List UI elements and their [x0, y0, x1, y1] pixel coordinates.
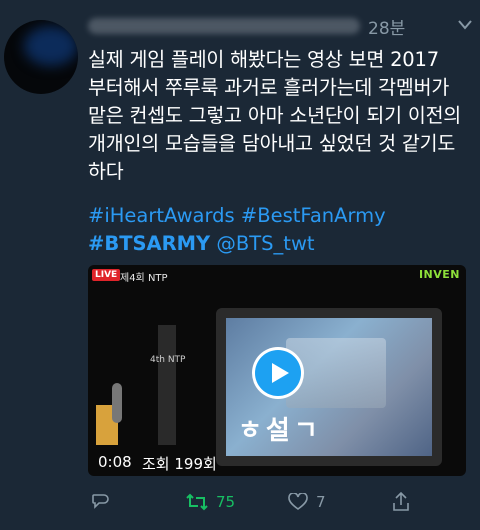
- hashtag-link[interactable]: #BestFanArmy: [241, 204, 386, 227]
- video-player[interactable]: LIVE 제4회 NTP INVEN 4th NTP ㅎ설ㄱ 0:08 조회 1…: [88, 265, 466, 476]
- like-button[interactable]: 7: [288, 488, 326, 516]
- retweet-button[interactable]: 75: [186, 488, 235, 516]
- avatar[interactable]: [4, 20, 78, 94]
- hashtag-line: #iHeartAwards #BestFanArmy #BTSARMY @BTS…: [88, 202, 473, 258]
- retweet-icon: [186, 493, 208, 511]
- video-duration: 0:08: [98, 453, 132, 471]
- tweet-actions: 75 7: [0, 488, 480, 516]
- timestamp[interactable]: 28분: [368, 14, 405, 39]
- reply-button[interactable]: [90, 488, 110, 516]
- channel-label: 제4회 NTP: [120, 273, 168, 284]
- speaker-figure: [112, 383, 122, 423]
- heart-icon: [288, 493, 308, 510]
- brand-logo: INVEN: [418, 268, 460, 281]
- share-icon: [393, 492, 409, 511]
- share-button[interactable]: [392, 488, 410, 516]
- chevron-down-icon[interactable]: [458, 20, 472, 30]
- reply-icon: [92, 494, 109, 509]
- play-icon: [272, 363, 289, 383]
- author-name-redacted: [88, 18, 360, 34]
- live-badge: LIVE: [92, 269, 121, 281]
- screen-logo: ㅎ설ㄱ: [238, 416, 322, 446]
- hashtag-link[interactable]: #iHeartAwards: [88, 204, 235, 227]
- tweet[interactable]: 28분 실제 게임 플레이 해봤다는 영상 보면 2017 부터해서 쭈루룩 과…: [0, 0, 480, 530]
- stage-sign: 4th NTP: [150, 355, 186, 365]
- like-count: 7: [316, 493, 326, 511]
- retweet-count: 75: [216, 493, 236, 511]
- mention-link[interactable]: @BTS_twt: [216, 232, 314, 255]
- hashtag-link[interactable]: #BTSARMY: [88, 232, 210, 255]
- play-button[interactable]: [255, 350, 301, 396]
- view-count: 조회 199회: [142, 455, 217, 473]
- tweet-text: 실제 게임 플레이 해봤다는 영상 보면 2017 부터해서 쭈루룩 과거로 흘…: [88, 48, 462, 183]
- stage-screen: ㅎ설ㄱ: [216, 308, 442, 466]
- stage-pillar: [158, 325, 176, 445]
